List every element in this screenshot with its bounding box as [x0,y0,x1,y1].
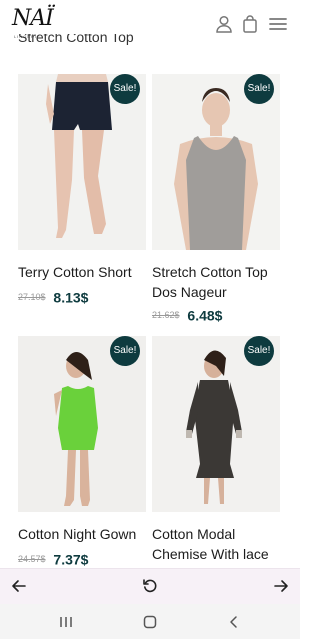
sale-badge: Sale! [244,74,274,104]
browser-toolbar [0,568,300,604]
home-icon[interactable] [142,614,158,630]
product-price: 24.57$ 7.37$ [18,550,88,567]
sale-price: 8.13$ [53,289,89,306]
product-price: 27.10$ 8.13$ [18,288,88,305]
original-price: 24.57$ [18,554,46,565]
product-title[interactable]: Cotton Night Gown [18,524,152,544]
previous-product-title: Stretch Cotton Top [18,34,134,45]
original-price: 21.62$ [152,310,180,321]
sale-price: 6.48$ [187,307,223,324]
product-image-night-gown[interactable]: Sale! [18,336,146,512]
forward-arrow-icon[interactable] [272,577,290,595]
bag-icon[interactable] [240,14,260,34]
product-title[interactable]: Stretch Cotton Top Dos Nageur [152,262,292,302]
recent-apps-icon[interactable] [58,614,74,630]
product-image-terry-short[interactable]: Sale! [18,74,146,250]
product-title[interactable]: Cotton Modal Chemise With lace [152,524,292,564]
sale-badge: Sale! [110,336,140,366]
sale-badge: Sale! [110,74,140,104]
back-arrow-icon[interactable] [10,577,28,595]
product-price: 21.62$ 6.48$ [152,306,222,323]
product-title[interactable]: Terry Cotton Short [18,262,148,282]
product-image-modal-chemise[interactable]: Sale! [152,336,280,512]
system-navigation-bar [0,604,300,639]
original-price: 27.10$ [18,292,46,303]
user-icon[interactable] [214,14,234,34]
sale-price: 7.37$ [53,551,89,568]
logo-text: NAÏ [12,6,54,31]
product-image-stretch-top[interactable]: Sale! [152,74,280,250]
menu-icon[interactable] [268,14,288,34]
back-icon[interactable] [226,614,242,630]
reload-icon[interactable] [141,577,159,595]
sale-badge: Sale! [244,336,274,366]
